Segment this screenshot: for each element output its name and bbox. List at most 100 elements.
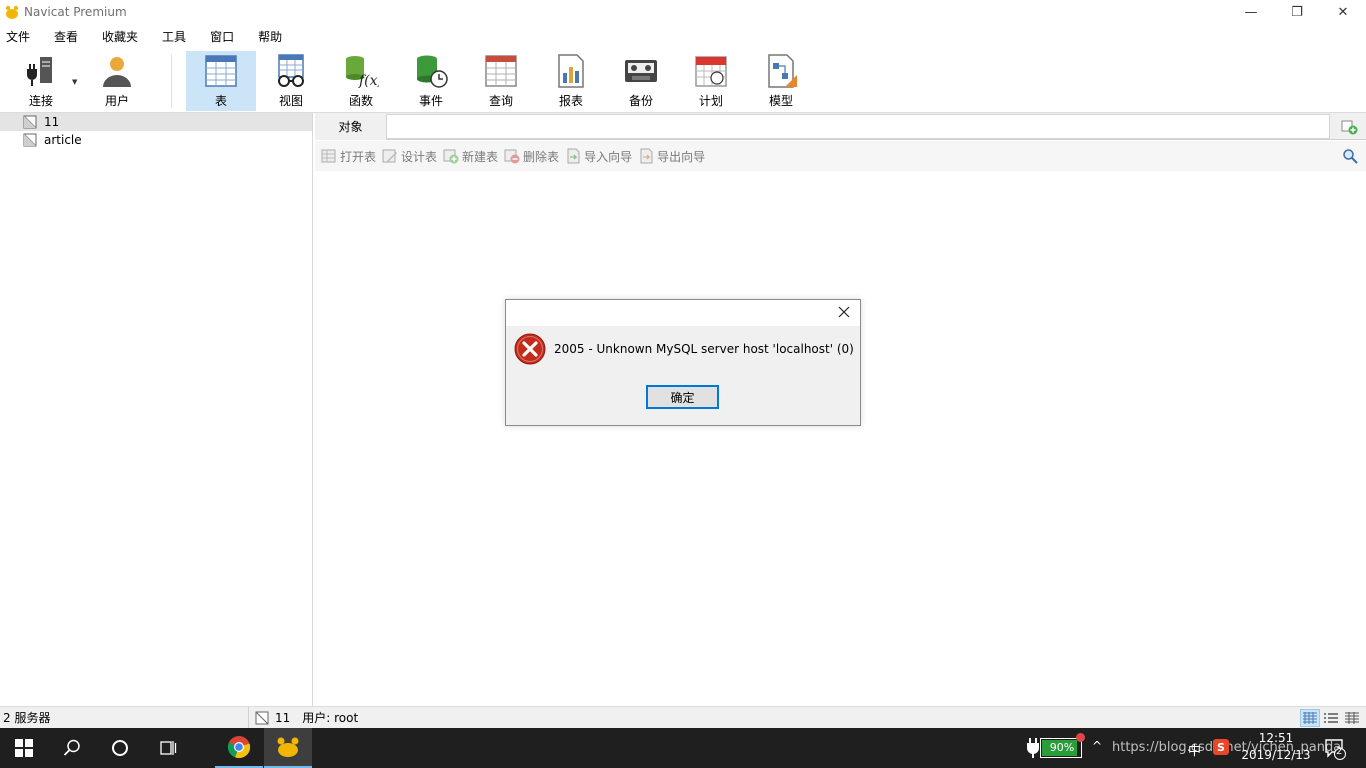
chrome-icon bbox=[227, 736, 251, 759]
menu-bar: 文件 查看 收藏夹 工具 窗口 帮助 bbox=[0, 24, 1366, 48]
sogou-icon[interactable]: S bbox=[1213, 739, 1229, 755]
function-button[interactable]: f(x) 函数 bbox=[326, 51, 396, 111]
notification-count: 2 bbox=[1336, 746, 1343, 757]
schedule-button[interactable]: 计划 bbox=[676, 51, 746, 111]
plug-server-icon bbox=[27, 57, 52, 86]
menu-help[interactable]: 帮助 bbox=[251, 28, 289, 45]
window-title: Navicat Premium bbox=[24, 5, 127, 19]
connection-icon bbox=[23, 133, 37, 147]
chevron-up-icon[interactable]: ^ bbox=[1092, 739, 1102, 753]
open-table-icon bbox=[321, 149, 336, 163]
notification-dot bbox=[1076, 733, 1085, 742]
backup-button[interactable]: 备份 bbox=[606, 51, 676, 111]
model-icon bbox=[768, 54, 797, 88]
model-label: 模型 bbox=[768, 94, 793, 108]
object-list-area[interactable] bbox=[315, 171, 1366, 706]
start-button[interactable] bbox=[0, 728, 48, 768]
report-button[interactable]: 报表 bbox=[536, 51, 606, 111]
taskbar-search-button[interactable] bbox=[48, 728, 96, 768]
design-table-label: 设计表 bbox=[401, 149, 438, 164]
model-button[interactable]: 模型 bbox=[746, 51, 816, 111]
event-clock-icon bbox=[417, 55, 448, 88]
clock-date: 2019/12/13 bbox=[1241, 748, 1311, 762]
new-table-icon bbox=[443, 149, 459, 164]
new-table-label: 新建表 bbox=[462, 149, 499, 164]
open-table-button[interactable]: 打开表 bbox=[321, 148, 376, 165]
menu-tools[interactable]: 工具 bbox=[155, 28, 193, 45]
connect-button[interactable]: 连接 bbox=[6, 51, 76, 111]
open-table-label: 打开表 bbox=[340, 149, 377, 164]
schedule-label: 计划 bbox=[698, 94, 723, 108]
tab-strip bbox=[386, 114, 1330, 139]
event-label: 事件 bbox=[418, 94, 443, 108]
view-glasses-icon bbox=[278, 54, 304, 87]
tree-item-11[interactable]: 11 bbox=[0, 113, 312, 131]
report-label: 报表 bbox=[558, 94, 583, 108]
event-button[interactable]: 事件 bbox=[396, 51, 466, 111]
server-count: 2 服务器 bbox=[0, 706, 249, 729]
clock-time: 12:51 bbox=[1258, 731, 1294, 745]
menu-file[interactable]: 文件 bbox=[0, 28, 37, 45]
import-wizard-label: 导入向导 bbox=[584, 149, 633, 164]
object-action-bar: 打开表 设计表 新建表 删除表 导入向导 导出向导 bbox=[315, 141, 1366, 171]
menu-favorites[interactable]: 收藏夹 bbox=[95, 28, 145, 45]
navicat-taskbar-button[interactable] bbox=[264, 728, 312, 768]
delete-table-label: 删除表 bbox=[523, 149, 560, 164]
svg-text:S: S bbox=[1217, 741, 1225, 754]
restore-button[interactable]: ❐ bbox=[1274, 0, 1320, 24]
detail-view-button[interactable] bbox=[1342, 709, 1362, 727]
dialog-titlebar bbox=[506, 300, 860, 326]
power-plug-icon[interactable] bbox=[1026, 738, 1040, 758]
navicat-logo-icon bbox=[5, 5, 19, 19]
tab-objects[interactable]: 对象 bbox=[315, 113, 386, 140]
action-center-icon[interactable] bbox=[1324, 738, 1346, 760]
table-label: 表 bbox=[214, 94, 227, 108]
table-button[interactable]: 表 bbox=[186, 51, 256, 111]
cortana-button[interactable] bbox=[96, 728, 144, 768]
error-message: 2005 - Unknown MySQL server host 'localh… bbox=[554, 342, 854, 356]
ime-indicator[interactable]: 中 bbox=[1188, 740, 1201, 759]
user-label: 用户 bbox=[104, 94, 129, 108]
menu-view[interactable]: 查看 bbox=[47, 28, 85, 45]
export-icon bbox=[640, 148, 653, 164]
import-wizard-button[interactable]: 导入向导 bbox=[565, 148, 632, 165]
delete-table-button[interactable]: 删除表 bbox=[504, 148, 559, 165]
taskbar-clock[interactable]: 12:51 2019/12/13 bbox=[1238, 730, 1314, 764]
list-view-button[interactable] bbox=[1321, 709, 1341, 727]
close-button[interactable]: ✕ bbox=[1320, 0, 1366, 24]
calendar-icon bbox=[695, 56, 727, 87]
chrome-taskbar-button[interactable] bbox=[215, 728, 263, 768]
backup-label: 备份 bbox=[628, 94, 653, 108]
search-icon[interactable] bbox=[1342, 148, 1358, 164]
list-view-icon bbox=[1324, 713, 1338, 723]
grid-view-icon bbox=[1303, 712, 1317, 724]
new-table-button[interactable]: 新建表 bbox=[443, 148, 498, 165]
view-label: 视图 bbox=[278, 94, 303, 108]
tree-item-article[interactable]: article bbox=[0, 131, 312, 149]
task-view-icon bbox=[160, 741, 177, 755]
chevron-down-icon[interactable]: ▼ bbox=[72, 78, 77, 86]
function-icon: f(x) bbox=[346, 56, 379, 89]
report-icon bbox=[558, 54, 584, 88]
task-view-button[interactable] bbox=[144, 728, 192, 768]
export-wizard-button[interactable]: 导出向导 bbox=[638, 148, 705, 165]
grid-view-button[interactable] bbox=[1300, 709, 1320, 727]
export-wizard-label: 导出向导 bbox=[657, 149, 706, 164]
new-tab-icon[interactable] bbox=[1340, 118, 1358, 136]
tree-item-label: 11 bbox=[44, 115, 60, 129]
user-button[interactable]: 用户 bbox=[82, 51, 152, 111]
connect-label: 连接 bbox=[28, 94, 53, 108]
menu-window[interactable]: 窗口 bbox=[203, 28, 241, 45]
ok-button[interactable]: 确定 bbox=[646, 385, 719, 409]
connection-tree: 11 article bbox=[0, 113, 313, 706]
close-icon[interactable] bbox=[836, 304, 852, 320]
error-dialog: 2005 - Unknown MySQL server host 'localh… bbox=[505, 299, 861, 426]
tab-bar: 对象 bbox=[315, 113, 1366, 140]
query-button[interactable]: 查询 bbox=[466, 51, 536, 111]
backup-icon bbox=[625, 60, 657, 82]
battery-indicator[interactable]: 90% bbox=[1040, 733, 1085, 758]
minimize-button[interactable]: — bbox=[1228, 0, 1274, 24]
design-table-button[interactable]: 设计表 bbox=[382, 148, 437, 165]
status-connection: 11 bbox=[275, 710, 291, 725]
view-button[interactable]: 视图 bbox=[256, 51, 326, 111]
